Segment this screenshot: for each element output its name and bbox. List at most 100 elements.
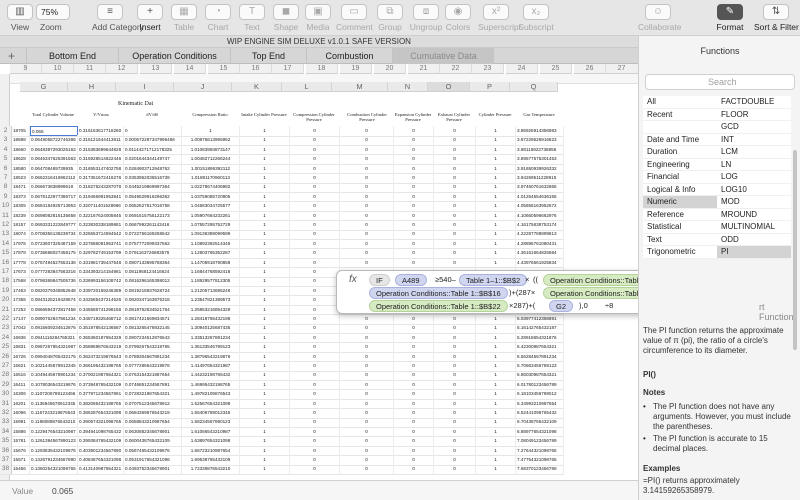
sort-filter-button[interactable]: ⇅ Sort & Filter — [754, 4, 799, 32]
table-cell[interactable]: 0.0493752345678901 — [124, 464, 182, 475]
ruler-column-26[interactable]: 26 — [574, 64, 606, 74]
table-cell[interactable]: 1 — [476, 464, 516, 475]
function-item[interactable]: MOD — [717, 196, 791, 209]
ruler-column-9[interactable]: 9 — [10, 64, 42, 74]
function-item[interactable]: MROUND — [717, 208, 791, 221]
category-item[interactable]: Numeric — [643, 196, 717, 209]
insert-button[interactable]: + Insert — [132, 4, 168, 32]
colors-button[interactable]: ◉ Colors — [440, 4, 476, 32]
category-item[interactable]: Date and Time — [643, 133, 717, 146]
function-item[interactable]: PI — [717, 246, 791, 259]
table-cell[interactable]: 1.72339876543210 — [182, 464, 240, 475]
value-field[interactable]: 0.065 — [52, 486, 73, 496]
table-row[interactable]: 38 15466 0.1360254321098765 0.4131409876543… — [0, 464, 564, 475]
ruler-column-22[interactable]: 22 — [440, 64, 472, 74]
function-item[interactable]: MULTINOMIAL — [717, 221, 791, 234]
subscript-button[interactable]: x₂ Subscript — [518, 4, 554, 32]
table-cell[interactable]: 7.68370123456789 — [516, 464, 564, 475]
column-header-g[interactable]: G — [20, 82, 68, 92]
category-item[interactable]: All — [643, 96, 717, 109]
function-item[interactable]: FLOOR — [717, 108, 791, 121]
ruler-column-15[interactable]: 15 — [208, 64, 240, 74]
column-header-n[interactable]: N — [388, 82, 428, 92]
collaborate-button[interactable]: ☺ Collaborate — [638, 4, 681, 32]
tab-top-end[interactable]: Top End — [230, 48, 306, 64]
table-cell[interactable]: 0 — [394, 464, 434, 475]
category-item[interactable]: Financial — [643, 171, 717, 184]
media-button[interactable]: ▣ Media — [300, 4, 336, 32]
group-button[interactable]: ⧉ Group — [372, 4, 408, 32]
function-item[interactable]: LOG10 — [717, 183, 791, 196]
if-function-token[interactable]: IF — [369, 274, 390, 286]
column-header-i[interactable]: I — [116, 82, 174, 92]
category-item[interactable]: Trigonometric — [643, 246, 717, 259]
category-item[interactable]: Statistical — [643, 221, 717, 234]
table-button[interactable]: ▦ Table — [166, 4, 202, 32]
function-item[interactable]: LN — [717, 158, 791, 171]
zoom-select[interactable]: 75% — [36, 4, 70, 20]
function-item[interactable]: LOG — [717, 171, 791, 184]
function-item[interactable]: LCM — [717, 146, 791, 159]
superscript-button[interactable]: x² Superscript — [478, 4, 521, 32]
column-header-j[interactable]: J — [174, 82, 232, 92]
tab-cumulative-data[interactable]: Cumulative Data — [392, 48, 494, 64]
ruler-column-18[interactable]: 18 — [306, 64, 338, 74]
table-cell[interactable]: 0.1360254321098765 — [30, 464, 78, 475]
ruler-column-28[interactable]: 28 — [628, 64, 638, 74]
ruler-column-23[interactable]: 23 — [472, 64, 504, 74]
function-item[interactable]: ODD — [717, 233, 791, 246]
view-button[interactable]: ▥ View — [2, 4, 38, 32]
chart-button[interactable]: ◔ Chart — [200, 4, 236, 32]
function-search-input[interactable]: Search — [645, 74, 795, 90]
ruler-column-17[interactable]: 17 — [272, 64, 304, 74]
g2-reference-token[interactable]: G2 — [549, 300, 574, 312]
ruler-column-20[interactable]: 20 — [374, 64, 406, 74]
ruler-column-12[interactable]: 12 — [106, 64, 138, 74]
comment-button[interactable]: ▭ Comment — [336, 4, 373, 32]
ruler-column-25[interactable]: 25 — [540, 64, 572, 74]
function-item[interactable]: GCD — [717, 121, 791, 134]
category-item[interactable]: Text — [643, 233, 717, 246]
a489-reference-token[interactable]: A489 — [395, 274, 427, 286]
table-reference-token[interactable]: Table 1–1::$B$2 — [459, 274, 528, 286]
category-item[interactable]: Engineering — [643, 158, 717, 171]
column-header-k[interactable]: K — [232, 82, 282, 92]
column-header-q[interactable]: Q — [510, 82, 558, 92]
category-item[interactable]: Duration — [643, 146, 717, 159]
operation-conditions-b22-token-b[interactable]: Operation Conditions::Table 1::$B$22 — [369, 300, 508, 312]
table-cell[interactable]: 0 — [340, 464, 394, 475]
function-item[interactable]: FACTDOUBLE — [717, 96, 791, 109]
ruler-column-14[interactable]: 14 — [174, 64, 206, 74]
shape-button[interactable]: ◼ Shape — [268, 4, 304, 32]
category-item[interactable]: Recent — [643, 108, 717, 121]
table-cell[interactable]: 0 — [290, 464, 340, 475]
tab-operation-conditions[interactable]: Operation Conditions — [118, 48, 230, 64]
category-item[interactable] — [643, 121, 717, 134]
operation-conditions-b16-token[interactable]: Operation Conditions::Table 1::$B$16 — [369, 287, 508, 299]
ruler-column-11[interactable]: 11 — [74, 64, 106, 74]
ruler-column-19[interactable]: 19 — [340, 64, 372, 74]
tab-combustion[interactable]: Combustion — [306, 48, 392, 64]
ungroup-button[interactable]: ⧈ Ungroup — [408, 4, 444, 32]
row-number[interactable]: 38 — [0, 464, 12, 475]
table-cell[interactable]: 1 — [240, 464, 290, 475]
column-header-p[interactable]: P — [470, 82, 510, 92]
ruler-column-16[interactable]: 16 — [240, 64, 272, 74]
table-cell[interactable]: 0.413140987654321 — [78, 464, 124, 475]
text-button[interactable]: T Text — [234, 4, 270, 32]
table-cell[interactable]: 0 — [434, 464, 476, 475]
ruler-column-10[interactable]: 10 — [42, 64, 74, 74]
ruler-column-21[interactable]: 21 — [408, 64, 440, 74]
add-sheet-icon[interactable]: + — [8, 49, 15, 63]
panel-scrollbar[interactable] — [793, 150, 797, 350]
category-item[interactable]: Logical & Info — [643, 183, 717, 196]
function-item[interactable]: INT — [717, 133, 791, 146]
column-header-o[interactable]: O — [428, 82, 470, 92]
table-cell[interactable]: 15466 — [12, 464, 30, 475]
column-header-m[interactable]: M — [332, 82, 388, 92]
column-header-h[interactable]: H — [68, 82, 116, 92]
ruler-column-13[interactable]: 13 — [140, 64, 172, 74]
column-header-l[interactable]: L — [282, 82, 332, 92]
add-category-button[interactable]: ≡ Add Category — [92, 4, 144, 32]
format-button[interactable]: ✎ Format — [712, 4, 748, 32]
